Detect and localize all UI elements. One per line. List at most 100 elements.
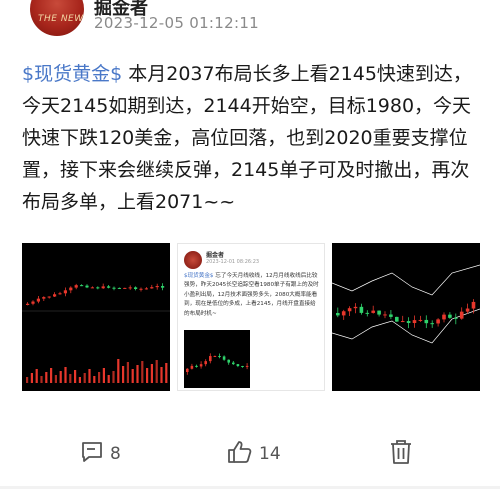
candle <box>442 314 446 320</box>
candle <box>58 293 62 295</box>
delete-button[interactable] <box>389 434 413 474</box>
candle <box>190 365 194 369</box>
post-timestamp: 2023-12-05 01:12:11 <box>94 14 260 32</box>
avatar[interactable]: THE NEW <box>30 0 84 36</box>
candle <box>336 313 340 316</box>
volume-bar <box>88 369 91 383</box>
candle <box>341 311 346 316</box>
screenshot-thumbnail[interactable]: 掘金者 2023-12-01 08:26:23 $现货黄金$ 忘了今天月线收线，… <box>177 243 325 391</box>
candle <box>63 290 67 294</box>
chart-thumbnail-2[interactable] <box>332 243 480 391</box>
candle <box>383 314 387 316</box>
candle <box>424 319 429 324</box>
candle <box>353 306 358 309</box>
candle <box>347 308 352 312</box>
volume-bar <box>83 373 86 383</box>
volume-bar <box>150 364 153 383</box>
mini-chart <box>184 330 250 388</box>
candle <box>161 286 165 288</box>
volume-bar <box>112 371 115 383</box>
volume-bar <box>126 362 129 383</box>
post-body: 本月2037布局长多上看2145快速到达，今天2145如期到达，2144开始空，… <box>22 63 472 213</box>
candle <box>436 319 440 324</box>
candle <box>199 364 203 367</box>
candle <box>117 287 121 289</box>
band-lower <box>332 308 480 344</box>
candle <box>412 320 417 324</box>
candle <box>123 287 127 289</box>
candle <box>31 301 35 304</box>
candle <box>245 365 249 367</box>
candle <box>186 368 189 372</box>
candle <box>459 311 464 319</box>
post-header: THE NEW 掘金者 2023-12-05 01:12:11 <box>0 0 500 44</box>
candle <box>155 286 159 288</box>
candle <box>96 287 100 289</box>
volume-bar <box>30 373 33 383</box>
candle <box>107 286 111 288</box>
candle <box>195 365 198 367</box>
candle <box>69 287 73 291</box>
volume-bar <box>107 375 110 383</box>
image-gallery: 掘金者 2023-12-01 08:26:23 $现货黄金$ 忘了今天月线收线，… <box>22 243 480 391</box>
volume-bar <box>155 360 158 383</box>
candle <box>430 323 434 325</box>
volume-bar <box>59 371 62 383</box>
volume-bar <box>45 372 48 383</box>
candle <box>90 287 94 289</box>
candle <box>144 288 148 290</box>
candle <box>371 310 375 313</box>
mini-author: 掘金者 <box>206 252 225 259</box>
like-button[interactable]: 14 <box>227 434 281 474</box>
volume-bar <box>122 366 125 383</box>
candle <box>112 287 116 289</box>
comment-button[interactable]: 8 <box>80 434 121 474</box>
candle <box>218 356 221 358</box>
candle <box>139 288 143 290</box>
volume-bar <box>69 374 72 383</box>
candle <box>85 285 89 288</box>
volume-bar <box>117 359 120 383</box>
volume-bar <box>93 376 96 383</box>
mini-tag: $现货黄金$ <box>184 273 214 279</box>
candle <box>53 294 57 297</box>
volume-bar <box>35 369 38 383</box>
volume-bar <box>146 368 149 383</box>
mini-timestamp: 2023-12-01 08:26:23 <box>206 259 260 265</box>
candle <box>101 286 105 289</box>
candle <box>204 361 207 365</box>
candle <box>213 356 217 358</box>
comment-count: 8 <box>110 444 121 464</box>
candle <box>74 285 78 288</box>
candle <box>377 310 381 315</box>
candle <box>471 301 476 309</box>
candle <box>418 319 423 321</box>
volume-bar <box>136 365 139 383</box>
volume-bar <box>160 367 163 383</box>
candle <box>448 314 452 318</box>
mini-avatar <box>184 251 202 269</box>
volume-bar <box>50 368 53 383</box>
candle <box>465 308 470 312</box>
candle <box>406 321 411 324</box>
like-count: 14 <box>259 444 281 464</box>
volume-bar <box>165 363 168 383</box>
volume-bar <box>131 369 134 383</box>
action-bar: 8 14 <box>0 434 500 474</box>
candle <box>47 296 51 298</box>
volume-bar <box>78 377 81 383</box>
candle <box>150 287 154 289</box>
chart-thumbnail-1[interactable] <box>22 243 170 391</box>
avatar-text: THE NEW <box>38 14 84 24</box>
volume-bar <box>54 375 57 383</box>
candle <box>395 316 399 322</box>
candle <box>454 317 458 319</box>
candle <box>222 356 226 360</box>
candle <box>236 364 240 367</box>
volume-bar <box>102 368 105 383</box>
stock-tag[interactable]: $现货黄金$ <box>22 63 122 85</box>
candle <box>42 297 46 299</box>
candle <box>134 287 138 290</box>
candle <box>232 362 235 365</box>
candle <box>128 287 132 289</box>
